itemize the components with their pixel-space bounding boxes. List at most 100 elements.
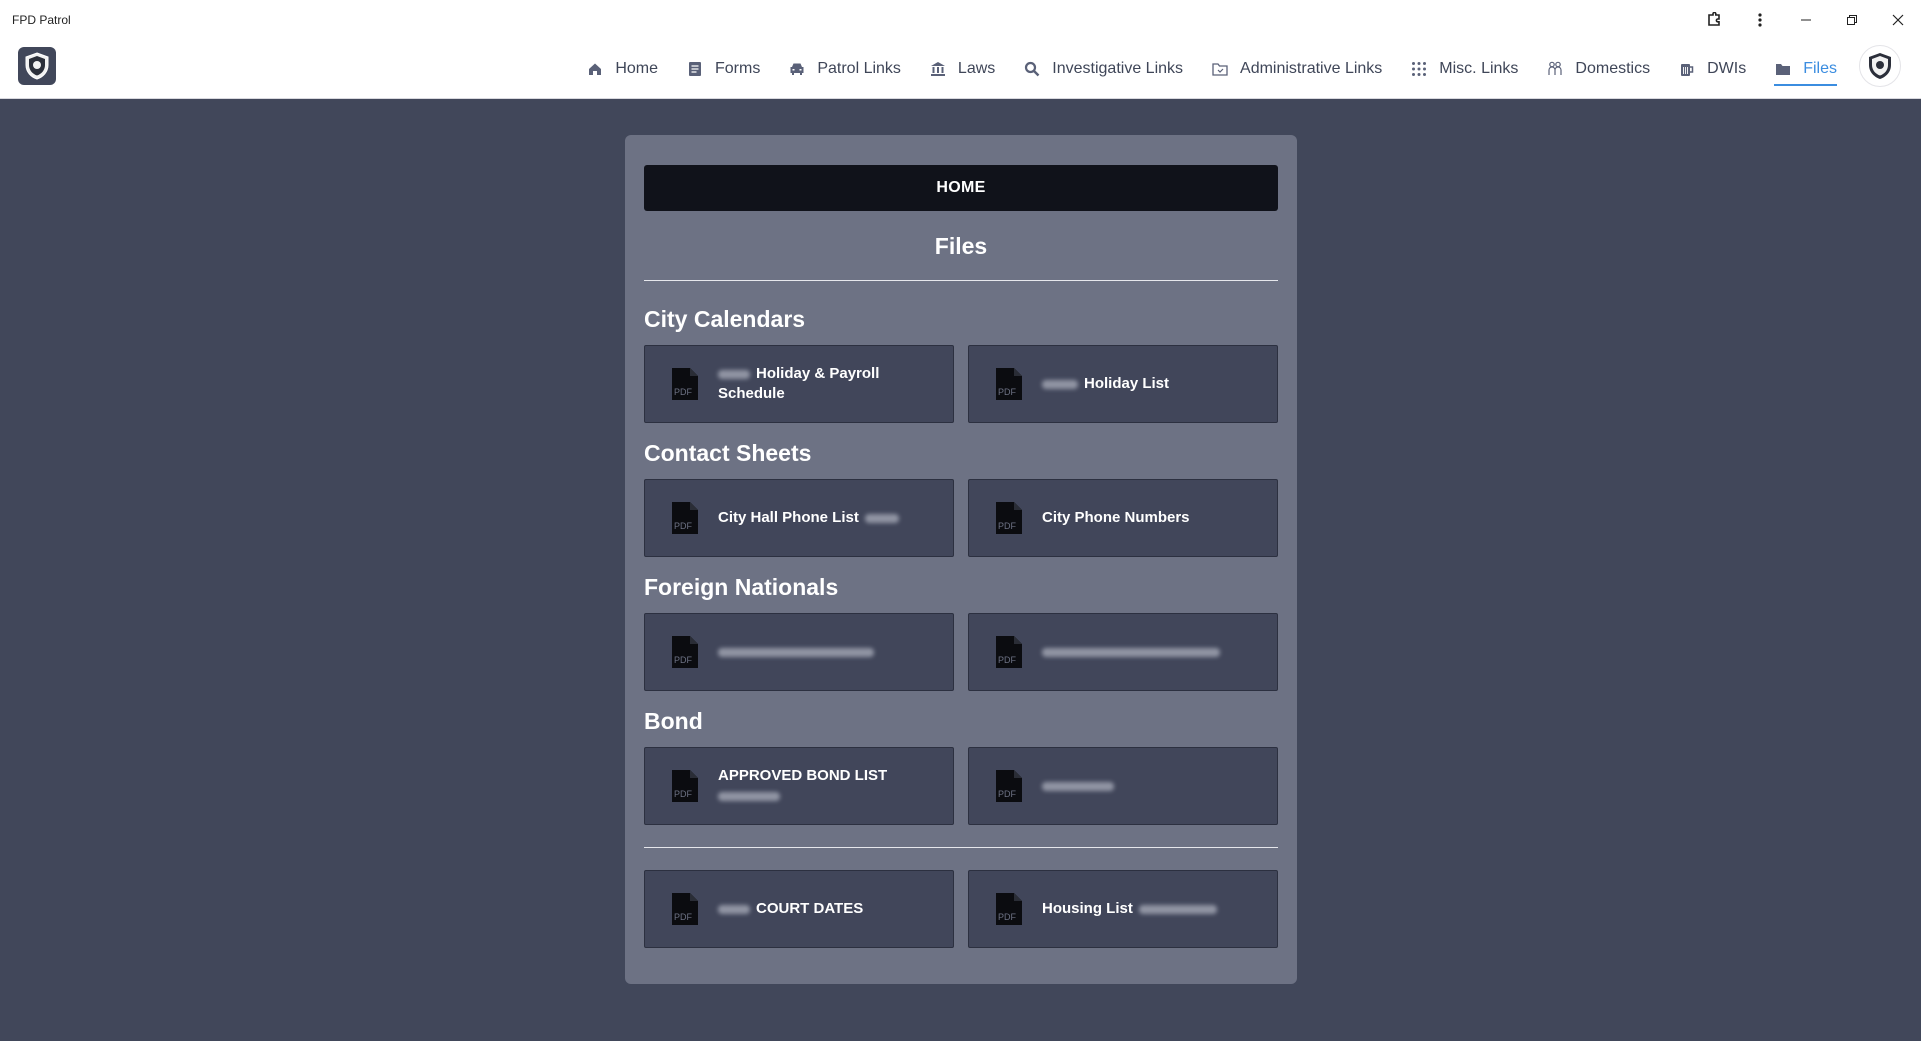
nav-label: Investigative Links <box>1052 60 1184 77</box>
courthouse-icon <box>930 62 945 76</box>
nav-item-laws[interactable]: Laws <box>929 40 995 98</box>
car-icon <box>790 63 804 75</box>
nav-label: DWIs <box>1707 60 1747 77</box>
file-grid: PDF COURT DATES PDF Housing List <box>644 870 1278 948</box>
nav-label: Files <box>1803 60 1837 77</box>
redacted-text <box>864 513 899 523</box>
extensions-button[interactable] <box>1691 0 1737 40</box>
file-label: COURT DATES <box>718 899 863 919</box>
svg-text:PDF: PDF <box>998 521 1017 531</box>
minimize-icon <box>1801 19 1811 21</box>
svg-text:PDF: PDF <box>674 387 693 397</box>
app-logo[interactable] <box>18 47 56 85</box>
redacted-text <box>718 791 780 801</box>
nav-label: Administrative Links <box>1240 60 1383 77</box>
nav-item-files[interactable]: Files <box>1774 40 1837 98</box>
nav-label: Forms <box>715 60 761 77</box>
file-label: City Hall Phone List <box>718 508 899 528</box>
redacted-text <box>1042 781 1114 791</box>
file-tile-housing-list[interactable]: PDF Housing List <box>968 870 1278 948</box>
nav-item-domestics[interactable]: Domestics <box>1546 40 1650 98</box>
redacted-text <box>718 904 750 914</box>
file-tile-redacted[interactable]: PDF <box>968 613 1278 691</box>
nav-item-misc-links[interactable]: Misc. Links <box>1410 40 1518 98</box>
nav-label: Laws <box>957 60 996 77</box>
nav-item-home[interactable]: Home <box>586 40 658 98</box>
window-controls <box>1691 0 1921 40</box>
people-icon <box>1548 61 1563 75</box>
file-label <box>1042 642 1220 662</box>
nav-item-forms[interactable]: Forms <box>686 40 760 98</box>
restore-icon <box>1847 15 1857 25</box>
svg-text:PDF: PDF <box>674 912 693 922</box>
file-label <box>718 642 874 662</box>
section-title-contact-sheets: Contact Sheets <box>644 440 812 466</box>
file-grid: PDF APPROVED BOND LIST PDF <box>644 747 1278 825</box>
nav-label: Misc. Links <box>1439 60 1519 77</box>
top-nav-bar: Home Forms Patrol Links Laws Investigati… <box>0 40 1921 99</box>
svg-text:PDF: PDF <box>998 655 1017 665</box>
restore-button[interactable] <box>1829 0 1875 40</box>
svg-text:PDF: PDF <box>998 789 1017 799</box>
divider <box>644 280 1278 281</box>
nav-menu: Home Forms Patrol Links Laws Investigati… <box>558 40 1837 98</box>
file-tile-approved-bond-list[interactable]: PDF APPROVED BOND LIST <box>644 747 954 825</box>
grid-icon <box>1412 62 1427 76</box>
pdf-file-icon: PDF <box>672 893 698 925</box>
title-bar: FPD Patrol <box>0 0 1921 40</box>
user-avatar[interactable] <box>1859 45 1901 87</box>
nav-label: Patrol Links <box>817 60 901 77</box>
nav-item-investigative-links[interactable]: Investigative Links <box>1023 40 1183 98</box>
pdf-file-icon: PDF <box>996 502 1022 534</box>
nav-item-administrative-links[interactable]: Administrative Links <box>1211 40 1382 98</box>
file-label: Housing List <box>1042 899 1217 919</box>
kebab-menu-icon <box>1758 13 1762 27</box>
nav-item-dwis[interactable]: DWIs <box>1678 40 1746 98</box>
police-badge-icon <box>25 52 49 80</box>
beer-mug-icon <box>1681 64 1694 76</box>
svg-text:PDF: PDF <box>998 387 1017 397</box>
pdf-file-icon: PDF <box>672 636 698 668</box>
svg-text:PDF: PDF <box>674 521 693 531</box>
file-tile-city-phone-numbers[interactable]: PDF City Phone Numbers <box>968 479 1278 557</box>
file-label: Holiday & Payroll Schedule <box>718 365 880 402</box>
minimize-button[interactable] <box>1783 0 1829 40</box>
file-grid: PDF Holiday & Payroll Schedule PDF Holid… <box>644 345 1278 423</box>
file-tile-holiday-list[interactable]: PDF Holiday List <box>968 345 1278 423</box>
file-tile-redacted[interactable]: PDF <box>968 747 1278 825</box>
home-icon <box>589 63 602 75</box>
close-icon <box>1892 14 1904 26</box>
redacted-text <box>718 369 750 379</box>
app-title: FPD Patrol <box>12 13 71 27</box>
svg-text:PDF: PDF <box>998 912 1017 922</box>
pdf-file-icon: PDF <box>672 770 698 802</box>
folder-outline-icon <box>1212 63 1228 76</box>
file-label: City Phone Numbers <box>1042 509 1190 526</box>
nav-label: Home <box>615 60 658 77</box>
pdf-file-icon: PDF <box>996 893 1022 925</box>
magnifier-icon <box>1025 61 1040 77</box>
pdf-file-icon: PDF <box>672 502 698 534</box>
puzzle-icon <box>1708 12 1720 26</box>
file-tile-court-dates[interactable]: PDF COURT DATES <box>644 870 954 948</box>
police-badge-icon <box>1869 53 1891 79</box>
pdf-file-icon: PDF <box>996 368 1022 400</box>
nav-label: Domestics <box>1575 60 1651 77</box>
more-options-button[interactable] <box>1737 0 1783 40</box>
file-tile-redacted[interactable]: PDF <box>644 613 954 691</box>
pdf-file-icon: PDF <box>996 636 1022 668</box>
file-tile-holiday-payroll-schedule[interactable]: PDF Holiday & Payroll Schedule <box>644 345 954 423</box>
divider <box>644 847 1278 848</box>
file-grid: PDF PDF <box>644 613 1278 691</box>
section-title-foreign-nationals: Foreign Nationals <box>644 574 839 600</box>
file-tile-city-hall-phone-list[interactable]: PDF City Hall Phone List <box>644 479 954 557</box>
close-button[interactable] <box>1875 0 1921 40</box>
nav-item-patrol-links[interactable]: Patrol Links <box>788 40 901 98</box>
files-card: HOME Files City Calendars PDF Holiday & … <box>625 135 1297 984</box>
redacted-text <box>1042 379 1078 389</box>
svg-text:PDF: PDF <box>674 789 693 799</box>
page-title: Files <box>934 233 988 259</box>
pdf-file-icon: PDF <box>672 368 698 400</box>
home-button[interactable]: HOME <box>644 165 1278 211</box>
file-label <box>1042 776 1114 796</box>
